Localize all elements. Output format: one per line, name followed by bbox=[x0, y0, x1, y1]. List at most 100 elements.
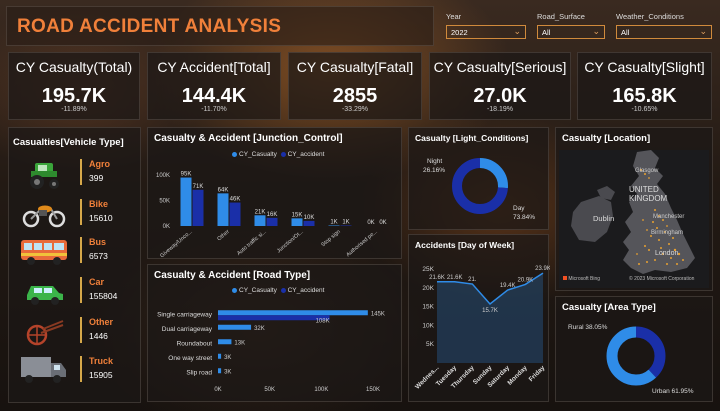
day-of-week-panel: Accidents [Day of Week] 5K 10K 15K 20K 25K 21… bbox=[408, 234, 550, 402]
bar-cy-accident bbox=[218, 315, 330, 321]
weather-filter[interactable]: Weather_Conditions All ⌄ bbox=[616, 12, 712, 39]
weather-filter-label: Weather_Conditions bbox=[616, 12, 684, 21]
vehicle-name: Bike bbox=[89, 199, 109, 209]
year-filter-label: Year bbox=[446, 12, 462, 21]
year-select[interactable]: 2022 ⌄ bbox=[446, 25, 526, 39]
bar-cy_casualty bbox=[291, 218, 303, 226]
data-label: 16K bbox=[267, 212, 278, 218]
data-label: 19.4K bbox=[500, 283, 516, 289]
x-tick-label: Giveway/Unco... bbox=[159, 229, 194, 260]
road-surface-filter[interactable]: Road_Surface All ⌄ bbox=[537, 12, 605, 39]
kpi-card-total-casualty: CY Casualty(Total) 195.7K -11.89% bbox=[8, 52, 140, 120]
chevron-down-icon: ⌄ bbox=[699, 26, 707, 36]
data-label: 46K bbox=[230, 197, 241, 203]
vehicle-name: Truck bbox=[89, 356, 114, 366]
data-label: 15K bbox=[292, 212, 303, 218]
map-label-dublin: Dublin bbox=[593, 214, 615, 223]
bus-icon bbox=[19, 233, 69, 269]
road-type-chart: Single carriageway 145K 108K Dual carriagew… bbox=[157, 310, 385, 393]
category-label: Slip road bbox=[186, 369, 212, 376]
data-label: 32K bbox=[254, 326, 265, 332]
category-label: Dual carriageway bbox=[162, 326, 213, 333]
data-label: 95K bbox=[181, 172, 192, 178]
vehicle-value: 155804 bbox=[89, 291, 118, 301]
vehicle-name: Bus bbox=[89, 237, 107, 247]
junction-chart: 0K 50K 100K 95K71K Giveway/Unco... 64K46K Othe… bbox=[156, 172, 387, 260]
bar-cy_accident bbox=[266, 217, 278, 226]
slice-label: Urban 61.95% bbox=[652, 388, 694, 395]
divider bbox=[80, 277, 82, 303]
slice-label: 73.84% bbox=[513, 214, 535, 221]
slice-name: Night bbox=[427, 158, 442, 165]
bar-cy_accident bbox=[192, 189, 204, 226]
chevron-down-icon: ⌄ bbox=[592, 26, 600, 36]
slice-name: Day bbox=[513, 205, 525, 212]
vehicle-name: Agro bbox=[89, 159, 110, 169]
kpi-change: -11.89% bbox=[61, 106, 87, 113]
data-label: 1K bbox=[330, 219, 337, 225]
location-title: Casualty [Location] bbox=[562, 133, 651, 144]
divider bbox=[80, 356, 82, 382]
bar-cy-casualty bbox=[218, 310, 368, 316]
kpi-value: 27.0K bbox=[473, 85, 527, 107]
road-surface-select[interactable]: All ⌄ bbox=[537, 25, 605, 39]
kpi-card-slight: CY Casualty[Slight] 165.8K -10.65% bbox=[577, 52, 712, 120]
bar-cy_accident bbox=[340, 225, 352, 226]
data-label: 3K bbox=[224, 355, 231, 361]
weather-select[interactable]: All ⌄ bbox=[616, 25, 712, 39]
kpi-label: CY Casualty[Fatal] bbox=[296, 59, 414, 75]
x-tick-label: Stop sign bbox=[320, 229, 341, 248]
map-label-london: London bbox=[655, 250, 679, 257]
vehicle-type-title: Casualties[Vehicle Type] bbox=[13, 137, 124, 148]
x-tick-label: 0K bbox=[214, 387, 221, 393]
data-label: 71K bbox=[193, 184, 204, 190]
light-conditions-panel: Casualty [Light_Conditions] Night 26.16% D… bbox=[408, 127, 549, 230]
area-fill bbox=[437, 273, 543, 363]
header-bar: ROAD ACCIDENT ANALYSIS bbox=[6, 6, 434, 46]
vehicle-row-other: Other 1446 bbox=[19, 313, 139, 349]
map-attribution: © 2023 Microsoft Corporation bbox=[629, 276, 695, 282]
x-tick-label: Auto traffic si... bbox=[236, 229, 268, 257]
y-tick-label: 0K bbox=[163, 224, 170, 230]
x-tick-label: 50K bbox=[264, 387, 275, 393]
bar-cy-casualty bbox=[218, 324, 252, 330]
year-select-value: 2022 bbox=[451, 28, 468, 37]
area-type-panel: Casualty [Area Type] Rural 38.05% Urban 6… bbox=[555, 296, 713, 402]
data-label: 3K bbox=[224, 369, 231, 375]
kpi-card-total-accident: CY Accident[Total] 144.4K -11.70% bbox=[147, 52, 281, 120]
kpi-card-serious: CY Casualty[Serious] 27.0K -18.19% bbox=[429, 52, 571, 120]
year-filter[interactable]: Year 2022 ⌄ bbox=[446, 12, 526, 39]
vehicle-type-panel: Casualties[Vehicle Type] Agro 399 Bike 1… bbox=[8, 127, 141, 403]
vehicle-row-bus: Bus 6573 bbox=[19, 233, 139, 269]
data-label: 108K bbox=[316, 318, 330, 324]
kpi-label: CY Casualty[Slight] bbox=[584, 59, 705, 75]
bing-logo-icon bbox=[563, 276, 567, 280]
vehicle-name: Other bbox=[89, 317, 114, 327]
vehicle-row-agro: Agro 399 bbox=[19, 155, 139, 191]
divider bbox=[80, 199, 82, 225]
x-tick-label: 150K bbox=[366, 387, 380, 393]
data-label: 20.9K bbox=[517, 277, 533, 283]
y-tick-label: 10K bbox=[422, 322, 434, 329]
data-label: 21.6K bbox=[447, 275, 463, 281]
data-label: 64K bbox=[218, 187, 229, 193]
slice-label: 26.16% bbox=[423, 167, 445, 174]
road-surface-filter-label: Road_Surface bbox=[537, 12, 585, 21]
vehicle-value: 6573 bbox=[89, 251, 108, 261]
road-surface-select-value: All bbox=[542, 28, 551, 37]
y-tick-label: 20K bbox=[422, 285, 434, 292]
data-label: 21K bbox=[255, 209, 266, 215]
x-tick-label: Authorised pe... bbox=[345, 229, 379, 259]
x-tick-label: Other bbox=[216, 229, 231, 243]
bar-cy_casualty bbox=[254, 215, 266, 226]
y-tick-label: 25K bbox=[422, 266, 434, 273]
area-type-donut: Rural 38.05% Urban 61.95% bbox=[568, 324, 694, 395]
map-logo: Microsoft Bing bbox=[563, 276, 600, 282]
data-label: 21. bbox=[468, 277, 477, 283]
divider bbox=[80, 237, 82, 263]
y-tick-label: 5K bbox=[426, 341, 435, 348]
data-label: 21.6K bbox=[429, 275, 445, 281]
slice-label: Rural 38.05% bbox=[568, 324, 608, 331]
map-label-glasgow: Glasgow bbox=[635, 168, 659, 174]
location-map[interactable]: Glasgow UNITED KINGDOM Dublin Manchester… bbox=[559, 150, 709, 288]
